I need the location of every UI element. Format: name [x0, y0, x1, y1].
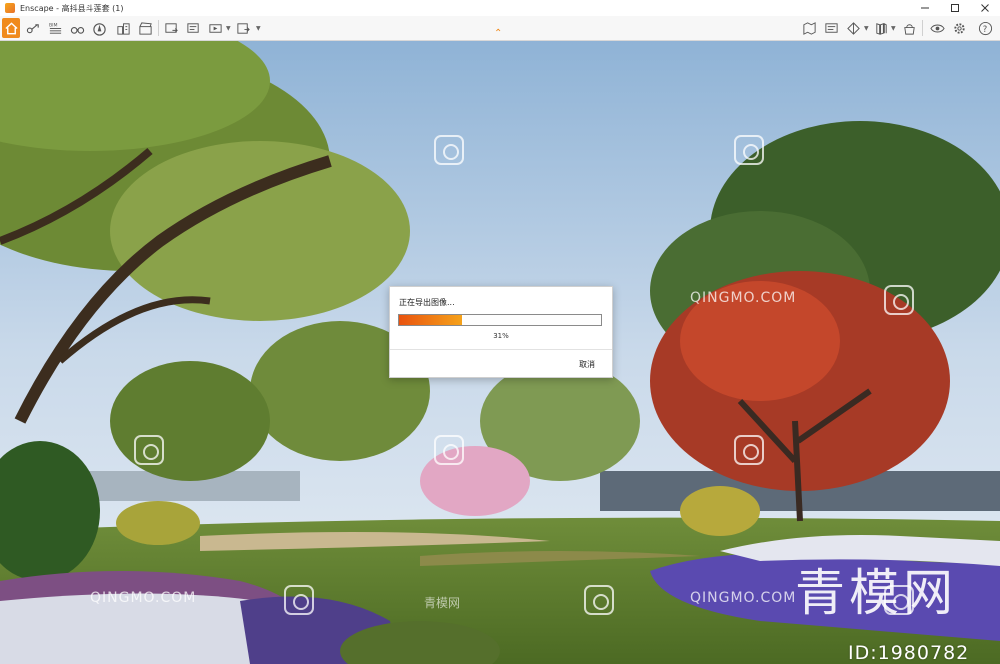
watermark-logo-icon: [884, 285, 914, 315]
web-dropdown-caret[interactable]: ▼: [256, 25, 261, 32]
watermark-logo-icon: [134, 435, 164, 465]
watermark-site-cn: 青模网: [424, 596, 461, 610]
maximize-icon: [951, 4, 959, 12]
dialog-title: 正在导出图像...: [399, 298, 455, 307]
export-video-icon: [208, 23, 222, 33]
window-title: Enscape - 高抖县斗莲套 (1): [20, 3, 124, 13]
help-icon: ?: [978, 21, 992, 35]
video-dropdown-caret[interactable]: ▼: [226, 25, 231, 32]
watermark-logo-icon: [584, 585, 614, 615]
settings-button[interactable]: [950, 18, 968, 38]
toolbar-separator-right: [922, 20, 923, 36]
north-compass-button[interactable]: [90, 18, 108, 38]
north-compass-icon: [92, 22, 106, 36]
screenshot-export-button[interactable]: [162, 18, 180, 38]
watermark-site-text: QINGMO.COM: [690, 290, 797, 306]
home-button[interactable]: [2, 18, 20, 38]
help-button[interactable]: ?: [976, 18, 994, 38]
visibility-button[interactable]: [928, 18, 946, 38]
bim-button[interactable]: BIM: [46, 18, 64, 38]
section-view-button[interactable]: [844, 18, 862, 38]
close-icon: [981, 4, 989, 12]
minimize-icon: [921, 7, 929, 9]
window-controls: [910, 0, 1000, 16]
watermark-brand-large: 青模网: [795, 564, 957, 622]
screenshot-export-icon: [164, 22, 178, 33]
clapper-button[interactable]: [136, 18, 154, 38]
watermark-site-text: QINGMO.COM: [690, 590, 797, 606]
watermark-site-text: QINGMO.COM: [90, 590, 197, 606]
export-video-button[interactable]: [206, 18, 224, 38]
export-web-button[interactable]: [234, 18, 252, 38]
export-progress-dialog: 正在导出图像... 31% 取消: [389, 286, 613, 378]
books-dropdown-caret[interactable]: ▼: [891, 25, 896, 32]
walk-mode-button[interactable]: [24, 18, 42, 38]
minimize-button[interactable]: [910, 0, 940, 16]
svg-text:?: ?: [982, 23, 986, 33]
binoculars-icon: [70, 26, 84, 34]
monitor-icon: [824, 22, 838, 33]
batch-render-icon: [186, 22, 199, 33]
home-icon: [4, 21, 18, 34]
section-view-icon: [846, 21, 860, 35]
svg-text:BIM: BIM: [48, 22, 57, 28]
cancel-button[interactable]: 取消: [579, 359, 595, 370]
monitor-button[interactable]: [822, 18, 840, 38]
watermark-logo-icon: [434, 435, 464, 465]
visibility-icon: [929, 24, 945, 32]
map-button[interactable]: [800, 18, 818, 38]
binoculars-button[interactable]: [68, 18, 86, 38]
enscape-logo-icon: [5, 3, 15, 13]
export-progress-bar: [398, 314, 602, 326]
dialog-divider: [390, 349, 612, 350]
close-button[interactable]: [970, 0, 1000, 16]
bim-icon: BIM: [48, 22, 61, 34]
maximize-button[interactable]: [940, 0, 970, 16]
building-icon: [116, 22, 130, 35]
watermark-logo-icon: [434, 135, 464, 165]
watermark-logo-icon: [734, 135, 764, 165]
progress-percent-label: 31%: [493, 332, 509, 340]
watermark-logo-icon: [284, 585, 314, 615]
watermark-logo-icon: [734, 435, 764, 465]
batch-render-button[interactable]: [184, 18, 202, 38]
settings-icon: [953, 22, 965, 34]
clapper-icon: [138, 21, 152, 35]
export-web-icon: [236, 22, 250, 34]
asset-library-button[interactable]: [900, 18, 918, 38]
map-icon: [802, 21, 816, 35]
section-dropdown-caret[interactable]: ▼: [864, 25, 869, 32]
watermark-id-label: ID:1980782: [848, 642, 970, 664]
building-button[interactable]: [114, 18, 132, 38]
title-bar: Enscape - 高抖县斗莲套 (1): [0, 0, 1000, 17]
toolbar-separator: [158, 20, 159, 36]
asset-library-icon: [903, 23, 915, 35]
books-icon: [875, 22, 887, 35]
books-button[interactable]: [872, 18, 890, 38]
progress-fill: [399, 315, 462, 325]
collapse-toolbar-chevron-icon[interactable]: ⌃: [494, 28, 502, 39]
walk-mode-icon: [26, 23, 39, 33]
